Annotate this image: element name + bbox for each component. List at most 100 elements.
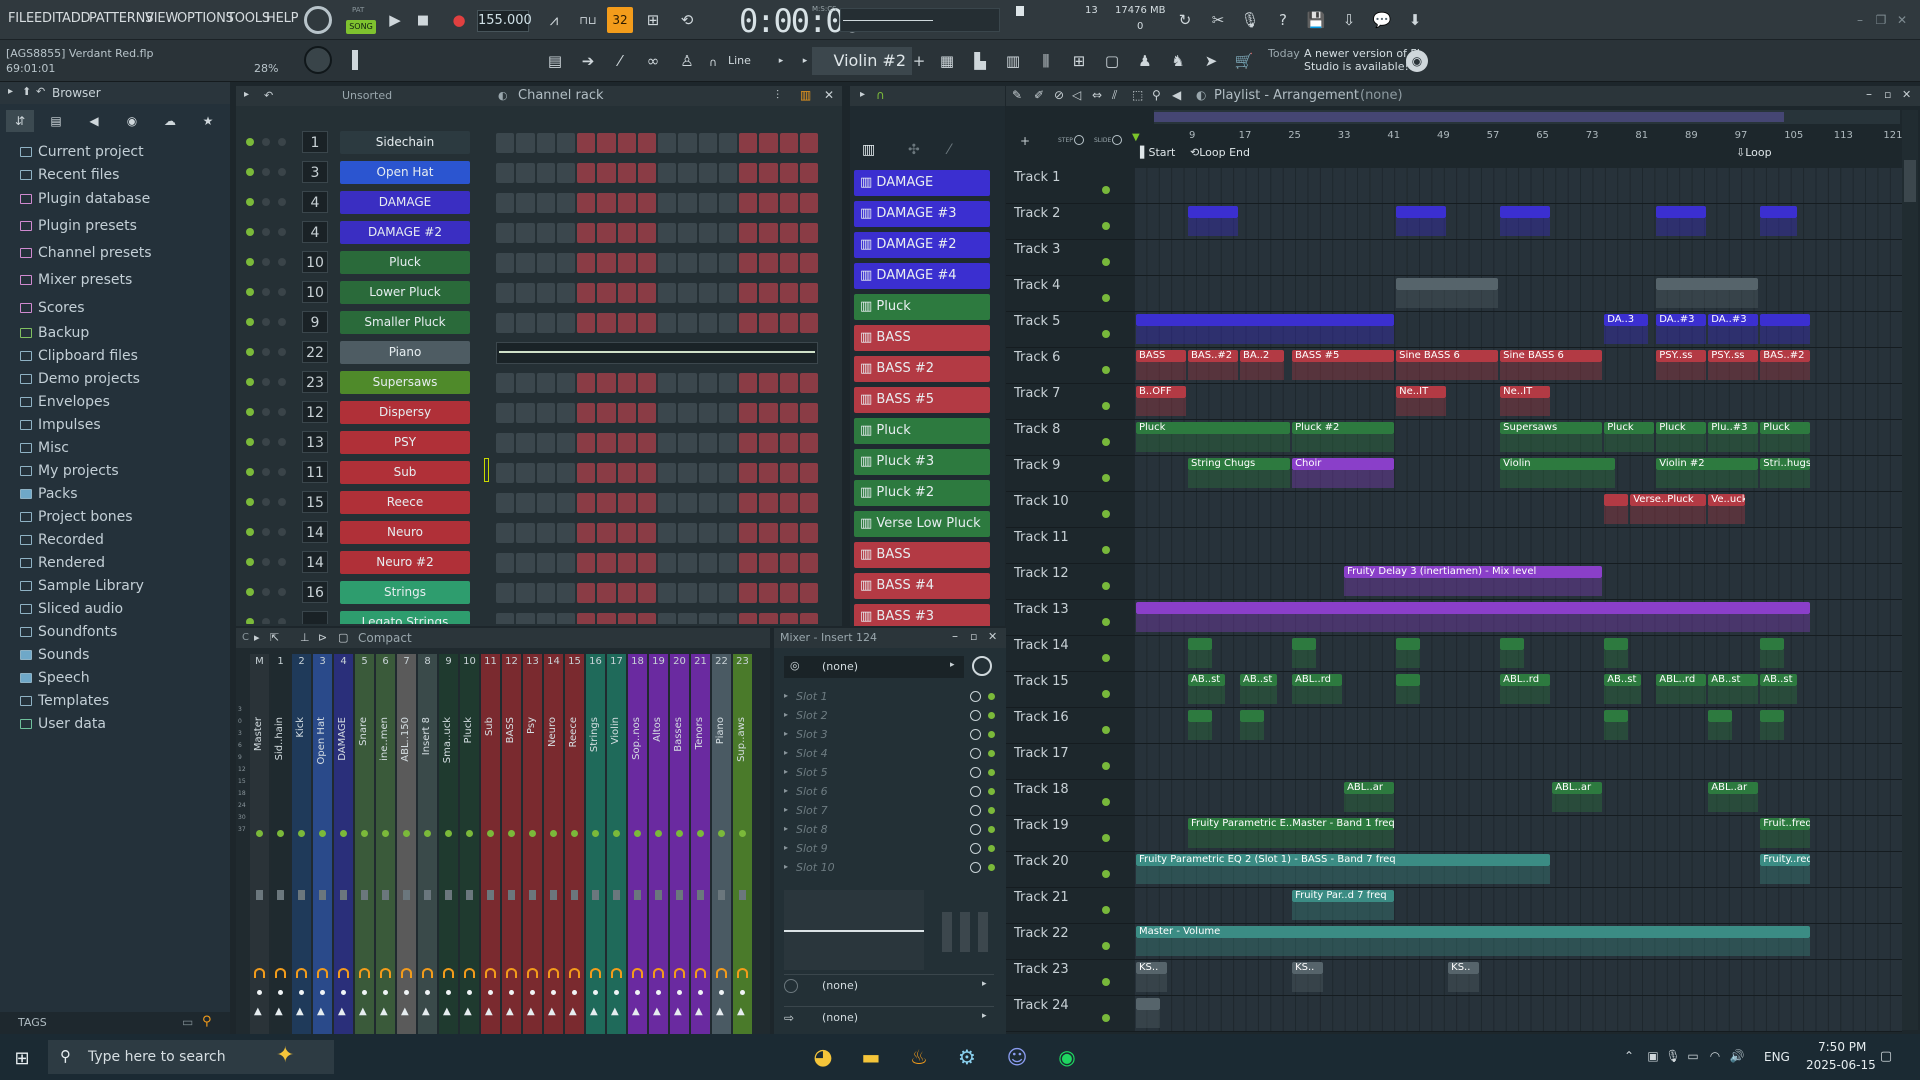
playlist-clip[interactable] — [1604, 638, 1629, 650]
step-button[interactable] — [496, 373, 515, 393]
channel-name-button[interactable]: PSY — [340, 431, 470, 454]
playlist-clip[interactable]: KS.. — [1292, 962, 1323, 974]
slot-enable-led[interactable] — [988, 693, 995, 700]
browser-item-sliced-audio[interactable]: Sliced audio — [20, 601, 123, 617]
slip-tool-icon[interactable]: ⇔ — [1092, 88, 1102, 102]
channel-rack-collapse-icon[interactable]: ▸ — [244, 89, 249, 100]
browser-up-icon[interactable]: ⬆ — [22, 85, 31, 98]
mixer-strip[interactable]: 9 Sma..uck ▲ — [439, 654, 458, 1060]
step-button[interactable] — [678, 553, 697, 573]
channel-row[interactable]: 10 Lower Pluck — [236, 278, 842, 308]
channel-mixer-track[interactable]: 11 — [302, 461, 328, 483]
pattern-item[interactable]: ▥ Pluck #2 — [854, 480, 990, 506]
plugin-picker-icon[interactable]: ▢ — [1099, 48, 1125, 74]
mixer-strip[interactable]: 17 Violin ▲ — [607, 654, 626, 1060]
track-mute-led[interactable] — [1102, 546, 1110, 554]
mixer-strip-send-icon[interactable]: ▲ — [296, 1006, 304, 1017]
step-button[interactable] — [577, 493, 596, 513]
step-button[interactable] — [779, 553, 798, 573]
browser-item-sounds[interactable]: Sounds — [20, 647, 89, 663]
step-button[interactable] — [759, 313, 778, 333]
browser-item-packs[interactable]: Packs — [20, 486, 78, 502]
step-button[interactable] — [536, 223, 555, 243]
mixer-strip-dot[interactable] — [530, 990, 535, 995]
step-button[interactable] — [597, 433, 616, 453]
track-mute-led[interactable] — [1102, 798, 1110, 806]
playlist-clip[interactable]: BAS..#2 — [1760, 350, 1811, 362]
step-button[interactable] — [637, 433, 656, 453]
language-indicator[interactable]: ENG — [1764, 1050, 1790, 1064]
insert-eq-high-slider[interactable] — [978, 912, 988, 952]
track-mute-led[interactable] — [1102, 906, 1110, 914]
restore-icon[interactable]: ❐ — [1873, 12, 1889, 28]
mixer-strip-send-icon[interactable]: ▲ — [485, 1006, 493, 1017]
mixer-strip-send-icon[interactable]: ▲ — [548, 1006, 556, 1017]
playlist-clip[interactable]: Pluck — [1760, 422, 1811, 434]
mixer-strip-mute-led[interactable] — [592, 830, 599, 837]
channel-mixer-track[interactable]: 10 — [302, 251, 328, 273]
step-button[interactable] — [779, 283, 798, 303]
channel-row[interactable]: 4 DAMAGE — [236, 188, 842, 218]
step-button[interactable] — [759, 613, 778, 624]
mixer-strip-fader[interactable] — [739, 890, 746, 900]
step-button[interactable] — [658, 613, 677, 624]
step-button[interactable] — [536, 313, 555, 333]
browser-item-my-projects[interactable]: My projects — [20, 463, 119, 479]
playlist-clip[interactable] — [1604, 710, 1629, 722]
slot-enable-led[interactable] — [988, 826, 995, 833]
channel-name-button[interactable]: DAMAGE #2 — [340, 221, 470, 244]
slot-enable-led[interactable] — [988, 788, 995, 795]
wait-icon[interactable]: ⊓⊔ — [575, 8, 601, 32]
mixer-strip-send-icon[interactable]: ▲ — [506, 1006, 514, 1017]
channel-volume-knob[interactable] — [278, 528, 286, 536]
step-button[interactable] — [759, 583, 778, 603]
step-button[interactable] — [739, 613, 758, 624]
mixer-strip-mute-led[interactable] — [340, 830, 347, 837]
insert-slot[interactable]: ▸ Slot 8 — [774, 821, 1006, 839]
windows-start-icon[interactable]: ⊞ — [10, 1046, 34, 1070]
mixer-strip-mute-led[interactable] — [403, 830, 410, 837]
track-mute-led[interactable] — [1102, 762, 1110, 770]
channel-mute-led[interactable] — [246, 528, 254, 536]
step-button[interactable] — [617, 193, 636, 213]
step-button[interactable] — [597, 373, 616, 393]
steam-icon[interactable]: ⚙ — [952, 1042, 982, 1072]
pattern-item[interactable]: ▥ DAMAGE #2 — [854, 232, 990, 258]
track-header[interactable]: Track 15 — [1014, 674, 1069, 689]
step-button[interactable] — [536, 613, 555, 624]
mixer-strip-dot[interactable] — [593, 990, 598, 995]
pattern-item[interactable]: ▥ DAMAGE #4 — [854, 263, 990, 289]
mixer-strip[interactable]: 21 Tenors ▲ — [691, 654, 710, 1060]
step-button[interactable] — [496, 253, 515, 273]
mixer-strip-dot[interactable] — [656, 990, 661, 995]
step-button[interactable] — [739, 223, 758, 243]
browser-item-plugin-presets[interactable]: Plugin presets — [20, 218, 137, 234]
mixer-strip-send-icon[interactable]: ▲ — [359, 1006, 367, 1017]
help-icon[interactable]: ? — [1270, 8, 1296, 32]
step-button[interactable] — [556, 193, 575, 213]
insert-slot[interactable]: ▸ Slot 5 — [774, 764, 1006, 782]
insert-close-icon[interactable]: ✕ — [988, 630, 997, 643]
mixer-route-icon[interactable] — [296, 968, 307, 978]
playlist-maximize-icon[interactable]: ▫ — [1884, 88, 1891, 101]
channel-row[interactable]: 13 PSY — [236, 428, 842, 458]
slot-expand-icon[interactable]: ▸ — [784, 767, 788, 776]
step-button[interactable] — [556, 493, 575, 513]
mixer-strip[interactable]: 20 Basses ▲ — [670, 654, 689, 1060]
playlist-close-icon[interactable]: ✕ — [1902, 88, 1911, 101]
record-icon[interactable]: ● — [448, 8, 470, 32]
plugins-tab-icon[interactable]: ◀ — [82, 110, 106, 132]
step-button[interactable] — [496, 583, 515, 603]
step-button[interactable] — [779, 493, 798, 513]
step-button[interactable] — [536, 553, 555, 573]
step-button[interactable] — [718, 223, 737, 243]
step-button[interactable] — [759, 523, 778, 543]
mixer-route-icon[interactable] — [548, 968, 559, 978]
playlist-clip[interactable]: AB..st — [1188, 674, 1226, 686]
slot-mix-knob[interactable] — [970, 843, 981, 854]
step-button[interactable] — [799, 613, 818, 624]
insert-preset-selector[interactable]: ◎ (none) ▸ — [784, 656, 964, 678]
playlist-clip[interactable]: DA..3 — [1604, 314, 1648, 326]
mixer-strip[interactable]: 19 Altos ▲ — [649, 654, 668, 1060]
mixer-strip-send-icon[interactable]: ▲ — [632, 1006, 640, 1017]
